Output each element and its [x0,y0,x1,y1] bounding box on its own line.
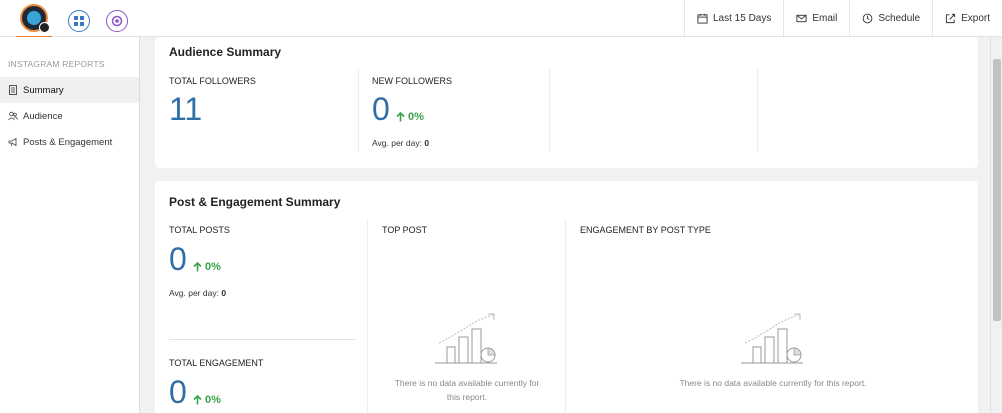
total-posts-label: TOTAL POSTS [169,225,230,235]
top-bar: Last 15 Days Email Schedule Export [0,0,1002,38]
megaphone-icon [8,137,17,147]
total-posts-avg: Avg. per day: 0 [169,288,226,298]
export-button[interactable]: Export [932,0,1002,36]
brand-logo-tab[interactable] [16,4,52,38]
delta-value: 0% [408,111,424,123]
email-label: Email [812,12,838,24]
scrollbar-thumb[interactable] [993,59,1001,321]
arrow-up-icon [396,112,405,122]
avg-value: 0 [424,138,430,148]
sidebar-heading: INSTAGRAM REPORTS [8,59,105,69]
audience-summary-title: Audience Summary [169,45,282,59]
empty-message-line: There is no data available currently for [394,378,540,388]
brand-logo-icon [20,4,50,33]
top-post-empty-message: There is no data available currently for… [382,376,552,404]
circle-app-icon[interactable] [106,10,128,32]
divider [757,69,758,152]
sidebar-item-label: Summary [23,84,64,96]
audience-summary-card: Audience Summary TOTAL FOLLOWERS 11 NEW … [155,37,978,168]
grid-app-icon[interactable] [68,10,90,32]
divider [367,219,368,413]
export-icon [946,13,956,23]
no-data-chart-icon [741,313,803,364]
total-followers-label: TOTAL FOLLOWERS [169,76,256,86]
total-posts-value: 0 [169,241,187,277]
clock-icon [863,13,873,23]
calendar-icon [697,13,708,24]
document-icon [9,85,17,95]
date-range-button[interactable]: Last 15 Days [684,0,783,36]
avg-label: Avg. per day: [372,138,422,148]
divider [358,69,359,152]
avg-label: Avg. per day: [169,288,219,298]
sidebar-item-audience[interactable]: Audience [0,103,139,129]
post-engagement-summary-card: Post & Engagement Summary TOTAL POSTS 0 … [155,181,978,413]
divider [565,219,566,413]
sidebar: INSTAGRAM REPORTS Summary Audience Posts… [0,37,140,413]
new-followers-value: 0 [372,91,390,127]
app-switcher [16,4,128,38]
email-button[interactable]: Email [783,0,849,36]
mail-icon [796,14,807,22]
export-label: Export [961,12,990,24]
delta-value: 0% [205,394,221,406]
new-followers-avg: Avg. per day: 0 [372,138,429,148]
report-actions: Last 15 Days Email Schedule Export [684,0,1002,36]
arrow-up-icon [193,262,202,272]
engagement-by-type-label: ENGAGEMENT BY POST TYPE [580,225,711,235]
arrow-up-icon [193,395,202,405]
total-followers-value: 11 [169,91,203,127]
post-engagement-title: Post & Engagement Summary [169,195,341,209]
empty-message-line: this report. [446,392,488,402]
new-followers-label: NEW FOLLOWERS [372,76,453,86]
sidebar-item-summary[interactable]: Summary [0,77,139,103]
total-engagement-delta: 0% [193,394,221,406]
total-engagement-label: TOTAL ENGAGEMENT [169,358,264,368]
sidebar-item-posts-engagement[interactable]: Posts & Engagement [0,129,139,155]
schedule-label: Schedule [878,12,921,24]
sidebar-item-label: Audience [23,110,63,122]
date-range-label: Last 15 Days [713,12,772,24]
total-engagement-value: 0 [169,374,187,410]
new-followers-delta: 0% [396,111,424,123]
delta-value: 0% [205,261,221,273]
schedule-button[interactable]: Schedule [849,0,932,36]
total-posts-delta: 0% [193,261,221,273]
divider [169,339,355,340]
main-scrollbar[interactable] [990,37,1002,413]
divider [549,69,550,152]
top-post-label: TOP POST [382,225,428,235]
avg-value: 0 [221,288,227,298]
engagement-by-type-empty-message: There is no data available currently for… [679,378,867,388]
no-data-chart-icon [435,313,497,364]
people-icon [8,111,18,121]
sidebar-item-label: Posts & Engagement [23,136,113,148]
